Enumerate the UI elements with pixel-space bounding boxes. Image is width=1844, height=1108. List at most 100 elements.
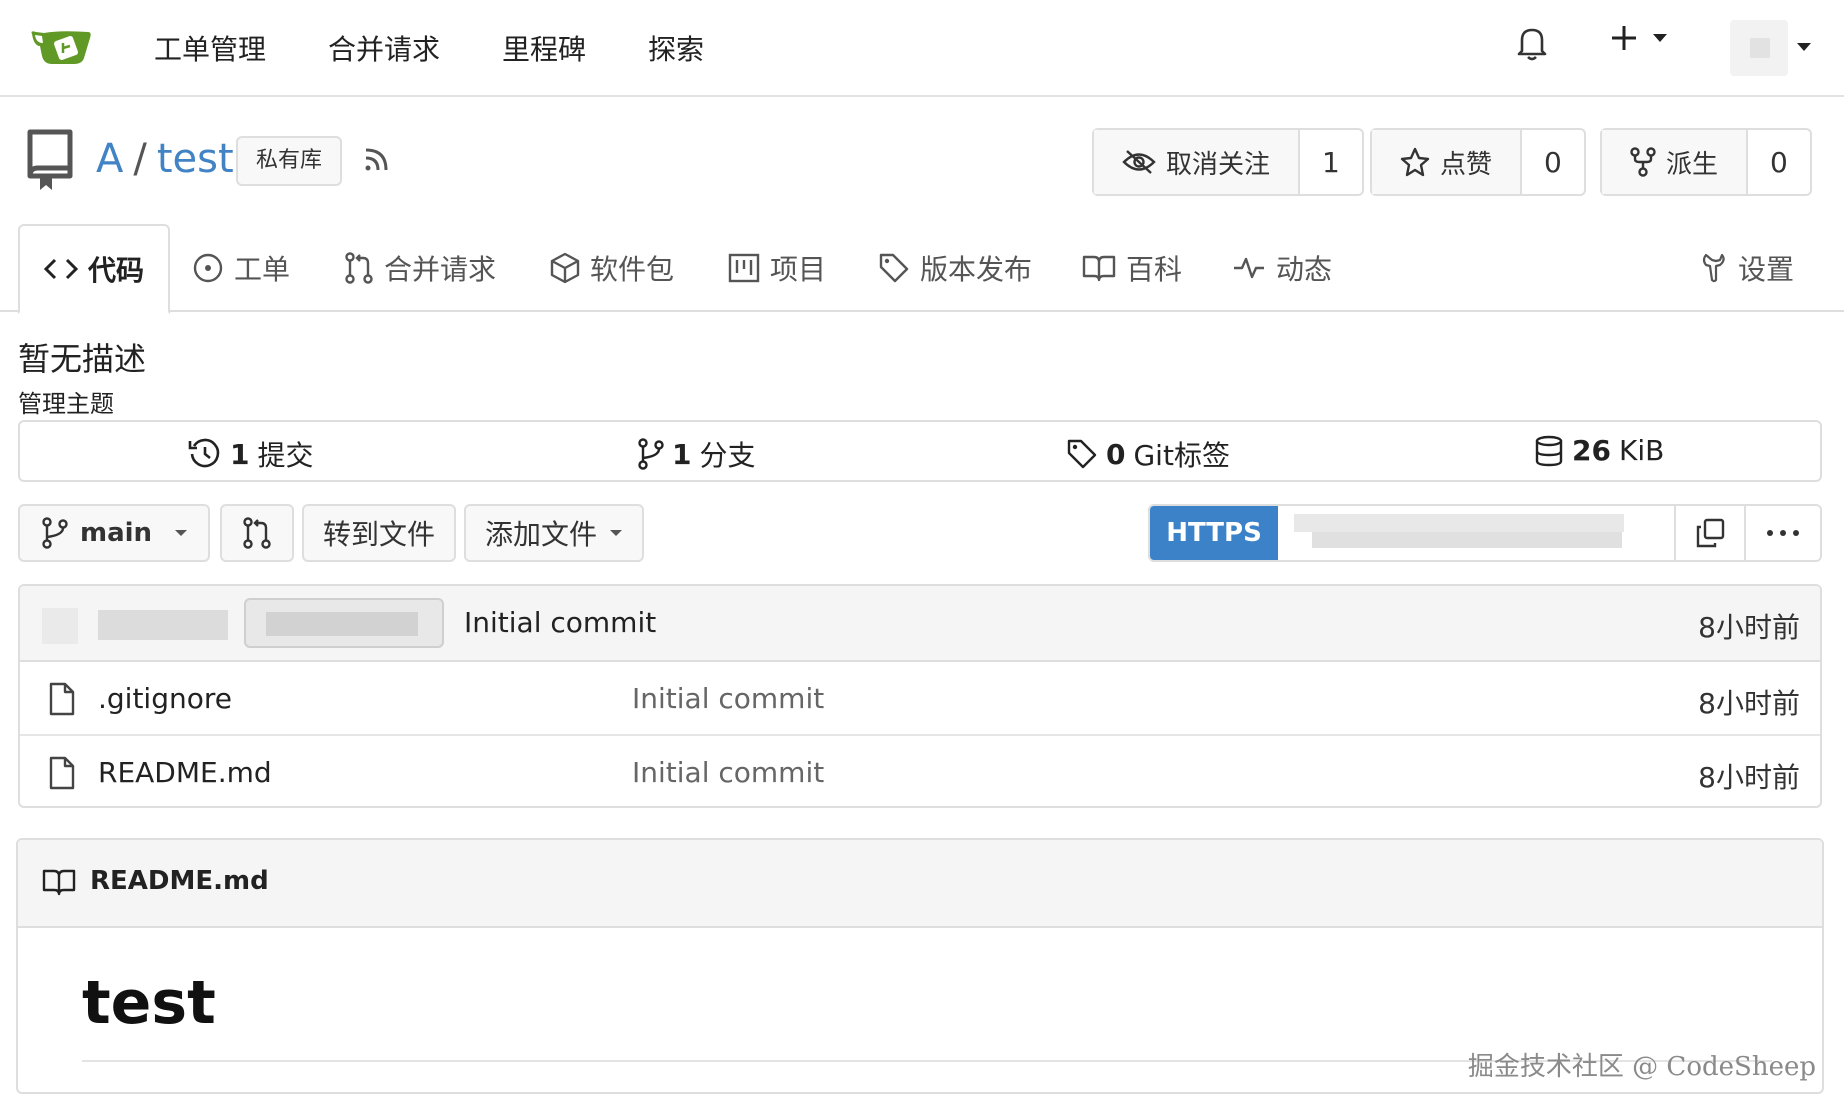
latest-commit-time: 8小时前	[1698, 611, 1800, 644]
file-list: Initial commit 8小时前 .gitignore Initial c…	[18, 584, 1822, 808]
branches-label: 分支	[699, 439, 756, 472]
commits-stat[interactable]: 1 提交	[188, 434, 314, 474]
commit-author-name[interactable]	[98, 610, 228, 640]
tab-activity-label: 动态	[1276, 253, 1333, 286]
tab-packages[interactable]: 软件包	[550, 224, 674, 312]
goto-file-button[interactable]: 转到文件	[302, 504, 456, 562]
star-count[interactable]: 0	[1522, 130, 1584, 194]
fork-button[interactable]: 派生	[1602, 130, 1749, 194]
tab-issues-label: 工单	[234, 253, 291, 286]
more-options-button[interactable]	[1746, 506, 1820, 560]
readme-heading: test	[82, 968, 216, 1038]
readme-file-name[interactable]: README.md	[90, 866, 269, 896]
tab-settings-label: 设置	[1738, 253, 1795, 286]
tab-code[interactable]: 代码	[18, 224, 171, 314]
tab-pull-requests[interactable]: 合并请求	[344, 224, 496, 312]
file-icon	[49, 682, 75, 716]
file-name[interactable]: .gitignore	[98, 682, 232, 715]
clone-url-redacted	[1312, 532, 1622, 548]
manage-topics-link[interactable]: 管理主题	[18, 384, 114, 419]
issue-icon	[193, 253, 223, 283]
tags-stat[interactable]: 0 Git标签	[1066, 434, 1230, 474]
size-unit: KiB	[1618, 434, 1665, 467]
latest-commit-row: Initial commit 8小时前	[20, 586, 1820, 662]
nav-pull-requests[interactable]: 合并请求	[328, 28, 440, 68]
add-file-button[interactable]: 添加文件	[464, 504, 644, 562]
book-icon	[42, 869, 76, 896]
file-commit-message[interactable]: Initial commit	[632, 756, 824, 789]
latest-commit-message[interactable]: Initial commit	[464, 606, 656, 639]
plus-icon	[1612, 26, 1636, 50]
readme-header: README.md	[18, 840, 1822, 928]
watch-count[interactable]: 1	[1300, 130, 1362, 194]
file-commit-time: 8小时前	[1698, 687, 1800, 720]
book-icon	[1082, 255, 1116, 282]
file-row[interactable]: .gitignore Initial commit 8小时前	[20, 662, 1820, 736]
top-navbar: 工单管理 合并请求 里程碑 探索	[0, 0, 1844, 97]
tag-icon	[879, 253, 909, 283]
fork-count[interactable]: 0	[1748, 130, 1810, 194]
commit-author-avatar[interactable]	[42, 608, 78, 644]
project-icon	[728, 253, 760, 283]
branch-selector[interactable]: main	[18, 504, 210, 562]
user-menu-caret-icon[interactable]	[1796, 42, 1812, 52]
eye-closed-icon	[1122, 150, 1156, 174]
repo-tabs: 代码 工单 合并请求 软件包 项目 版本发布 百科 动态 设置	[0, 224, 1844, 314]
repo-title-separator: /	[133, 136, 147, 182]
branches-stat[interactable]: 1 分支	[638, 434, 756, 474]
tab-releases[interactable]: 版本发布	[878, 224, 1032, 312]
bell-icon[interactable]	[1516, 25, 1548, 61]
clone-url-redacted	[1294, 514, 1624, 532]
commit-sha-badge[interactable]	[244, 598, 444, 648]
user-avatar[interactable]	[1730, 20, 1788, 76]
repo-description: 暂无描述	[18, 340, 147, 378]
rss-icon[interactable]	[362, 144, 392, 174]
tab-wiki-label: 百科	[1126, 253, 1183, 286]
unwatch-button-group: 取消关注 1	[1092, 128, 1364, 196]
pull-request-icon	[345, 252, 373, 284]
file-commit-time: 8小时前	[1698, 761, 1800, 794]
nav-issues[interactable]: 工单管理	[154, 28, 266, 68]
tab-releases-label: 版本发布	[920, 253, 1033, 286]
add-file-label: 添加文件	[484, 518, 597, 551]
branch-icon	[638, 438, 664, 470]
tools-icon	[1702, 253, 1725, 283]
tab-settings[interactable]: 设置	[1700, 224, 1794, 312]
https-clone-button[interactable]: HTTPS	[1150, 506, 1278, 560]
file-row[interactable]: README.md Initial commit 8小时前	[20, 736, 1820, 806]
database-icon	[1535, 435, 1563, 466]
file-commit-message[interactable]: Initial commit	[632, 682, 824, 715]
gitea-logo[interactable]	[30, 24, 94, 72]
file-icon	[49, 756, 75, 790]
file-name[interactable]: README.md	[98, 756, 272, 789]
repo-owner-link[interactable]: A	[96, 136, 123, 182]
tab-projects[interactable]: 项目	[728, 224, 826, 312]
fork-icon	[1630, 147, 1656, 177]
nav-explore[interactable]: 探索	[648, 28, 704, 68]
branch-name: main	[80, 518, 153, 548]
nav-milestones[interactable]: 里程碑	[502, 28, 586, 68]
pulse-icon	[1234, 257, 1264, 279]
size-value: 26	[1572, 434, 1611, 467]
star-button-group: 点赞 0	[1370, 128, 1586, 196]
fork-label: 派生	[1666, 149, 1719, 180]
kebab-horizontal-icon	[1767, 530, 1799, 536]
compare-button[interactable]	[220, 504, 294, 562]
copy-url-button[interactable]	[1676, 506, 1746, 560]
create-menu[interactable]	[1610, 24, 1668, 52]
tab-projects-label: 项目	[770, 253, 827, 286]
commits-label: 提交	[257, 439, 314, 472]
copy-icon	[1696, 518, 1725, 548]
tab-activity[interactable]: 动态	[1232, 224, 1332, 312]
star-button[interactable]: 点赞	[1372, 130, 1523, 194]
caret-down-icon	[610, 530, 622, 536]
repo-name-link[interactable]: test	[157, 136, 234, 182]
tab-issues[interactable]: 工单	[192, 224, 290, 312]
branches-count: 1	[672, 437, 692, 471]
clone-url-input[interactable]	[1278, 506, 1676, 560]
private-badge: 私有库	[236, 136, 343, 186]
code-icon	[44, 258, 78, 280]
tab-wiki[interactable]: 百科	[1082, 224, 1182, 312]
unwatch-button[interactable]: 取消关注	[1094, 130, 1301, 194]
branch-icon	[42, 517, 68, 549]
